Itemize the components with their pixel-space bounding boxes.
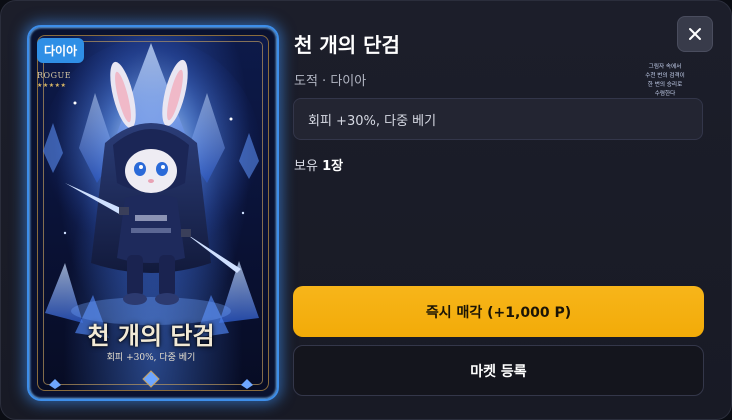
item-effect-box: 회피 +30%, 다중 베기 xyxy=(293,98,703,140)
item-title: 천 개의 단검 xyxy=(294,33,400,57)
flavor-line: 그림자 속에서 xyxy=(648,64,682,70)
instant-sell-button[interactable]: 즉시 매각 (+1,000 P) xyxy=(293,286,704,337)
instant-sell-label: 즉시 매각 (+1,000 P) xyxy=(425,304,572,321)
flavor-line: 수천 번의 검격이 xyxy=(645,73,685,79)
owned-label: 보유 xyxy=(294,159,318,174)
close-icon xyxy=(689,28,701,40)
market-register-button[interactable]: 마켓 등록 xyxy=(293,345,704,396)
card-flavor-text: 그림자 속에서 수천 번의 검격이 한 번의 승리로 수렴한다 xyxy=(639,63,691,99)
flavor-line: 한 번의 승리로 xyxy=(647,82,683,88)
item-detail-modal: 다이아 ROGUE ★★★★★ 그림자 속에서 수천 번의 검격이 한 번의 승… xyxy=(0,0,732,420)
item-effect-text: 회피 +30%, 다중 베기 xyxy=(308,113,437,129)
card-star-rating: ★★★★★ xyxy=(37,82,67,89)
owned-count: 보유 1장 xyxy=(294,155,343,174)
close-button[interactable] xyxy=(677,16,713,52)
card-effect-text: 회피 +30%, 다중 베기 xyxy=(106,353,196,363)
market-register-label: 마켓 등록 xyxy=(470,363,527,380)
rarity-badge: 다이아 xyxy=(37,38,85,63)
flavor-line: 수렴한다 xyxy=(654,91,676,97)
owned-value: 1장 xyxy=(322,159,344,174)
card-title: 천 개의 단검 xyxy=(87,321,215,350)
card-class-label: ROGUE xyxy=(37,71,72,80)
item-class-rarity: 도적 · 다이아 xyxy=(294,74,367,89)
